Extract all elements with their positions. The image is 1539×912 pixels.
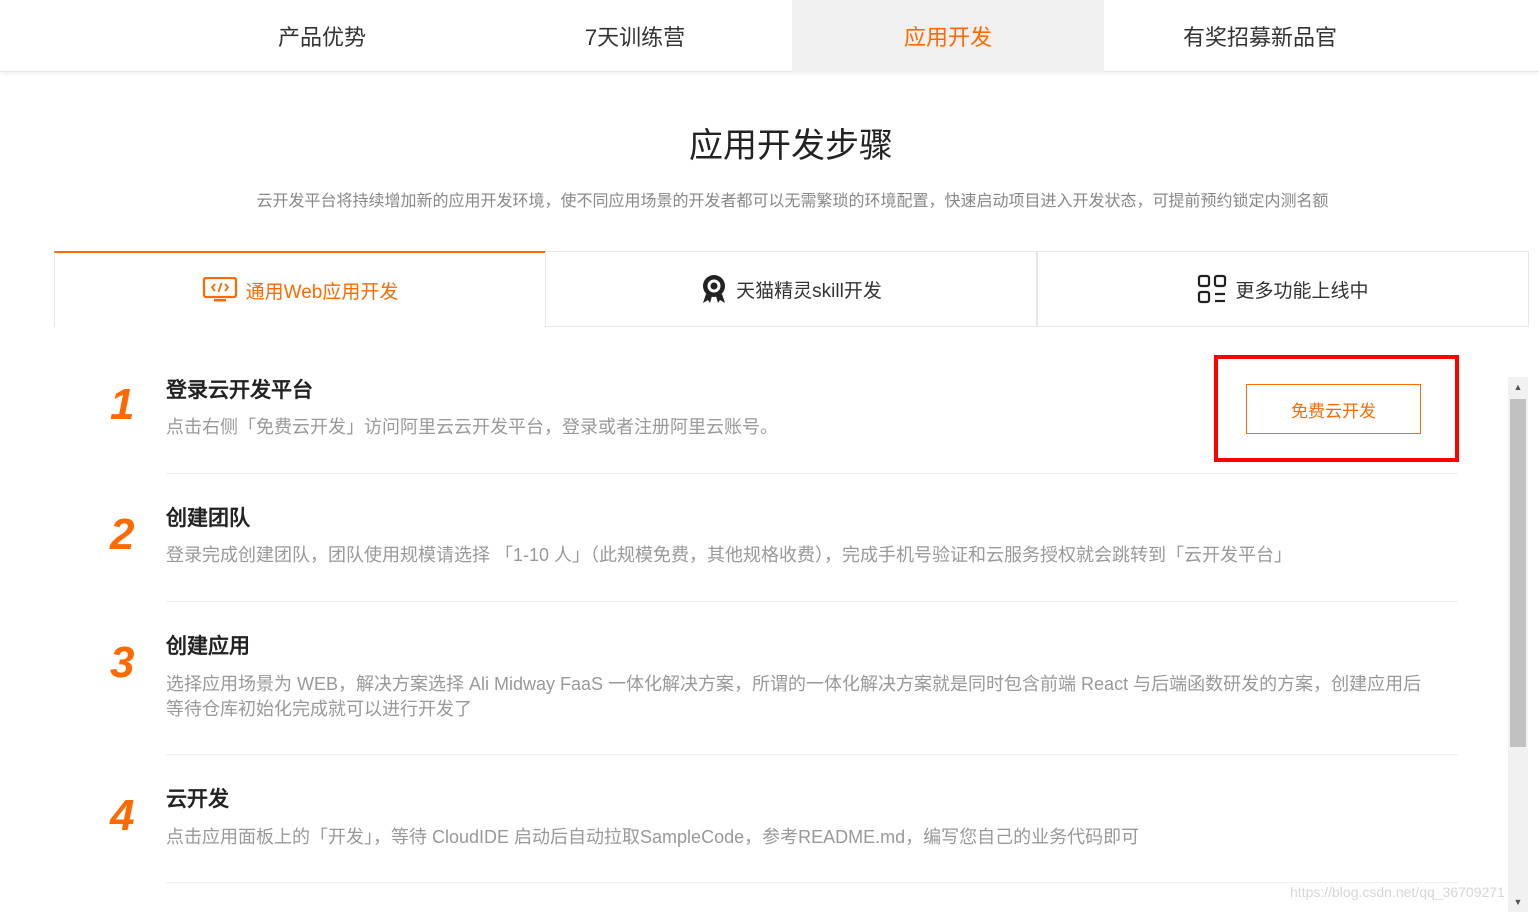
step-description: 登录完成创建团队，团队使用规模请选择 「1-10 人」（此规模免费，其他规格收费… bbox=[166, 545, 1293, 565]
step-description: 点击应用面板上的「开发」，等待 CloudIDE 启动后自动拉取SampleCo… bbox=[166, 827, 1140, 847]
scroll-up-arrow-icon[interactable]: ▲ bbox=[1508, 377, 1528, 397]
scroll-thumb[interactable] bbox=[1510, 399, 1526, 747]
nav-item-label: 有奖招募新品官 bbox=[1182, 25, 1337, 50]
tab-label: 更多功能上线中 bbox=[1235, 280, 1369, 302]
tmall-genie-icon bbox=[700, 274, 728, 304]
dev-type-tabs: 通用Web应用开发 天猫精灵skill开发 更多功能上线中 bbox=[54, 251, 1529, 327]
page: 产品优势 7天训练营 应用开发 有奖招募新品官 应用开发步骤 云开发平台将持续增… bbox=[0, 0, 1539, 912]
nav-item-label: 应用开发 bbox=[903, 25, 992, 50]
nav-item-label: 7天训练营 bbox=[584, 25, 686, 50]
tab-label: 通用Web应用开发 bbox=[245, 281, 399, 303]
step-item: 4 云开发 点击应用面板上的「开发」，等待 CloudIDE 启动后自动拉取Sa… bbox=[110, 755, 1458, 883]
nav-item-app-dev[interactable]: 应用开发 bbox=[792, 0, 1104, 72]
nav-item-label: 产品优势 bbox=[277, 25, 366, 50]
step-number: 4 bbox=[110, 791, 135, 840]
nav-item-training-camp[interactable]: 7天训练营 bbox=[479, 0, 791, 72]
step-number: 1 bbox=[110, 380, 135, 429]
grid-icon bbox=[1197, 274, 1227, 304]
step-number: 3 bbox=[110, 638, 135, 687]
watermark: https://blog.csdn.net/qq_36709271 bbox=[1290, 884, 1505, 900]
nav-item-recruit[interactable]: 有奖招募新品官 bbox=[1104, 0, 1416, 72]
step-title: 云开发 bbox=[166, 788, 229, 811]
section-title: 应用开发步骤 bbox=[689, 127, 893, 165]
web-dev-icon bbox=[202, 277, 238, 303]
free-cloud-dev-button[interactable]: 免费云开发 bbox=[1246, 384, 1421, 434]
scroll-down-arrow-icon[interactable]: ▼ bbox=[1508, 892, 1528, 912]
tab-more-features[interactable]: 更多功能上线中 bbox=[1037, 251, 1529, 327]
section-subtitle: 云开发平台将持续增加新的应用开发环境，使不同应用场景的开发者都可以无需繁琐的环境… bbox=[256, 193, 1329, 210]
tab-label: 天猫精灵skill开发 bbox=[736, 280, 882, 302]
step-title: 创建应用 bbox=[166, 635, 250, 658]
vertical-scrollbar[interactable]: ▲ ▼ bbox=[1508, 377, 1528, 912]
step-item: 3 创建应用 选择应用场景为 WEB，解决方案选择 Ali Midway Faa… bbox=[110, 602, 1458, 755]
top-nav: 产品优势 7天训练营 应用开发 有奖招募新品官 bbox=[0, 0, 1539, 72]
step-number: 2 bbox=[110, 510, 135, 559]
step-description: 选择应用场景为 WEB，解决方案选择 Ali Midway FaaS 一体化解决… bbox=[166, 674, 1422, 719]
nav-item-advantages[interactable]: 产品优势 bbox=[166, 0, 478, 72]
step-title: 登录云开发平台 bbox=[166, 379, 313, 402]
step-item: 2 创建团队 登录完成创建团队，团队使用规模请选择 「1-10 人」（此规模免费… bbox=[110, 474, 1458, 602]
tab-tmall-genie[interactable]: 天猫精灵skill开发 bbox=[545, 251, 1037, 327]
step-title: 创建团队 bbox=[166, 507, 250, 530]
tab-web-dev[interactable]: 通用Web应用开发 bbox=[54, 251, 546, 327]
